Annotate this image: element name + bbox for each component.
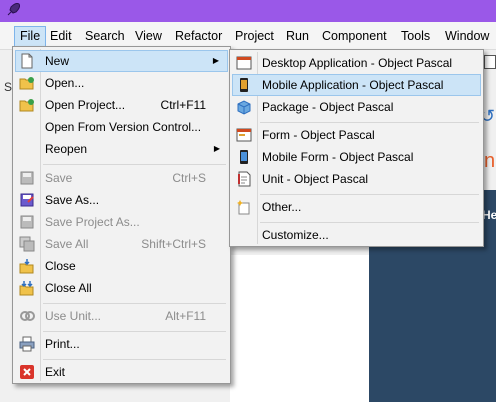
menu-item-mobile-form[interactable]: Mobile Form - Object Pascal xyxy=(232,146,481,168)
mobile-app-icon xyxy=(240,78,248,92)
menu-separator xyxy=(43,303,226,304)
shortcut-text: Ctrl+F11 xyxy=(160,98,206,112)
open-folder-icon xyxy=(19,77,34,90)
menu-item-label: Unit - Object Pascal xyxy=(262,172,369,186)
menu-item-label: Customize... xyxy=(262,228,329,242)
menu-item-label: Save All xyxy=(45,237,89,251)
menu-item-open-project[interactable]: Open Project... Ctrl+F11 xyxy=(15,94,228,116)
menu-item-label: Other... xyxy=(262,200,302,214)
menu-item-label: Desktop Application - Object Pascal xyxy=(262,56,453,70)
save-all-icon xyxy=(19,236,35,252)
close-all-icon xyxy=(19,281,34,296)
menu-item-package[interactable]: Package - Object Pascal xyxy=(232,96,481,118)
menu-item-label: New xyxy=(45,54,70,68)
form-icon xyxy=(236,128,252,142)
menu-item-new[interactable]: New ▶ xyxy=(15,50,228,72)
menu-item-customize[interactable]: Customize... xyxy=(232,224,481,246)
package-icon xyxy=(237,100,251,115)
toolbar-button-icon[interactable] xyxy=(484,55,496,69)
editor-area xyxy=(230,255,369,402)
shortcut-text: Shift+Ctrl+S xyxy=(141,237,206,251)
menu-item-label: Open... xyxy=(45,76,85,90)
menu-item-open-version-control[interactable]: Open From Version Control... xyxy=(15,116,228,138)
mobile-form-icon xyxy=(240,150,248,164)
menu-item-label: Save xyxy=(45,171,73,185)
new-file-icon xyxy=(21,53,33,69)
app-rocket-icon xyxy=(7,3,20,16)
close-file-icon xyxy=(19,259,34,274)
menu-item-reopen[interactable]: Reopen ▶ xyxy=(15,138,228,160)
menu-item-label: Mobile Application - Object Pascal xyxy=(262,78,444,92)
menu-separator xyxy=(260,194,479,195)
menu-item-label: Save Project As... xyxy=(45,215,140,229)
welcome-heading-fragment: ne xyxy=(484,150,496,172)
menu-item-label: Exit xyxy=(45,365,66,379)
menu-item-open[interactable]: Open... xyxy=(15,72,228,94)
menu-item-label: Open From Version Control... xyxy=(45,120,202,134)
menu-item-save-project-as[interactable]: Save Project As... xyxy=(15,211,228,233)
menu-item-other[interactable]: Other... xyxy=(232,196,481,218)
save-as-icon xyxy=(20,193,34,207)
menu-item-label: Close xyxy=(45,259,76,273)
menu-item-label: Reopen xyxy=(45,142,88,156)
menu-item-label: Print... xyxy=(45,337,80,351)
menu-item-label: Close All xyxy=(45,281,92,295)
menu-item-use-unit[interactable]: Use Unit... Alt+F11 xyxy=(15,305,228,327)
menu-view[interactable]: View xyxy=(130,26,167,47)
desktop-app-icon xyxy=(236,56,252,70)
menu-project[interactable]: Project xyxy=(230,26,279,47)
menu-item-label: Open Project... xyxy=(45,98,126,112)
file-menu: New ▶ Open... Open Project... Ctrl+F11 O… xyxy=(12,46,231,384)
menu-item-unit[interactable]: Unit - Object Pascal xyxy=(232,168,481,190)
menu-refactor[interactable]: Refactor xyxy=(170,26,227,47)
unit-icon xyxy=(238,171,251,187)
menu-tools[interactable]: Tools xyxy=(396,26,435,47)
submenu-arrow-icon: ▶ xyxy=(212,56,219,65)
menu-separator xyxy=(260,122,479,123)
menu-separator xyxy=(43,359,226,360)
title-bar xyxy=(0,0,496,22)
menu-item-save-as[interactable]: Save As... xyxy=(15,189,228,211)
menu-item-save[interactable]: Save Ctrl+S xyxy=(15,167,228,189)
menu-separator xyxy=(43,164,226,165)
menu-window[interactable]: Window xyxy=(440,26,494,47)
welcome-panel-label: He xyxy=(482,208,496,222)
menu-item-label: Mobile Form - Object Pascal xyxy=(262,150,414,164)
menu-separator xyxy=(260,222,479,223)
menu-file[interactable]: File xyxy=(14,26,47,47)
save-icon xyxy=(20,171,34,185)
menu-item-label: Use Unit... xyxy=(45,309,102,323)
menu-item-desktop-application[interactable]: Desktop Application - Object Pascal xyxy=(232,52,481,74)
menu-item-save-all[interactable]: Save All Shift+Ctrl+S xyxy=(15,233,228,255)
use-unit-icon xyxy=(20,311,35,321)
printer-icon xyxy=(19,336,35,352)
menu-item-close-all[interactable]: Close All xyxy=(15,277,228,299)
save-project-icon xyxy=(20,215,34,229)
open-project-icon xyxy=(19,99,34,112)
toolbar-fragment-text: S xyxy=(4,80,13,94)
menu-item-mobile-application[interactable]: Mobile Application - Object Pascal xyxy=(232,74,481,96)
other-wizard-icon xyxy=(237,200,250,215)
menu-item-label: Save As... xyxy=(45,193,100,207)
menu-separator xyxy=(43,331,226,332)
menu-search[interactable]: Search xyxy=(80,26,130,47)
menu-item-form[interactable]: Form - Object Pascal xyxy=(232,124,481,146)
submenu-arrow-icon: ▶ xyxy=(213,144,220,153)
menu-item-print[interactable]: Print... xyxy=(15,333,228,355)
menu-item-close[interactable]: Close xyxy=(15,255,228,277)
menu-run[interactable]: Run xyxy=(281,26,314,47)
menu-item-label: Form - Object Pascal xyxy=(262,128,375,142)
shortcut-text: Ctrl+S xyxy=(172,171,206,185)
menu-edit[interactable]: Edit xyxy=(45,26,77,47)
shortcut-text: Alt+F11 xyxy=(165,309,206,323)
menu-component[interactable]: Component xyxy=(317,26,392,47)
menu-item-exit[interactable]: Exit xyxy=(15,361,228,383)
exit-icon xyxy=(20,365,34,379)
new-submenu: Desktop Application - Object Pascal Mobi… xyxy=(229,49,484,247)
menu-item-label: Package - Object Pascal xyxy=(262,100,394,114)
